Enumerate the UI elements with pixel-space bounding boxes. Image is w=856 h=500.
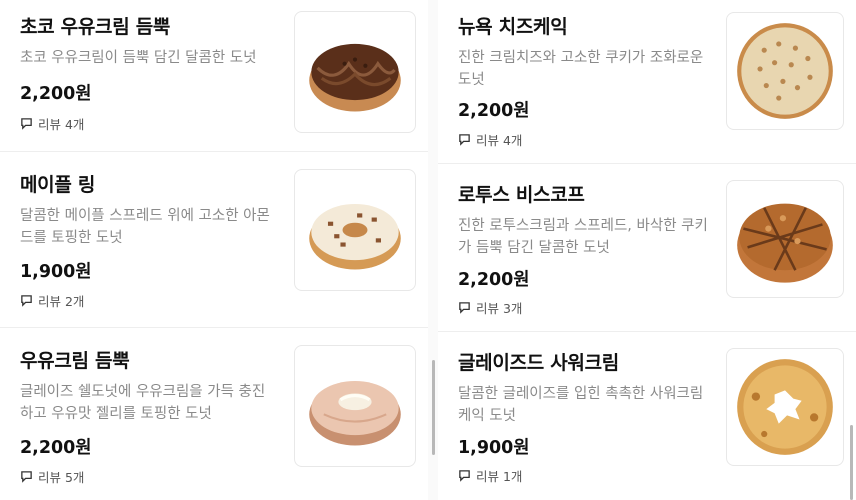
menu-item-name: 글레이즈드 사워크림 [458,352,619,374]
menu-item-price: 1,900원 [20,262,92,282]
donut-image [309,381,401,446]
menu-item-name: 초코 우유크림 듬뿍 [20,16,171,38]
menu-item-image[interactable] [726,12,844,130]
menu-item-lotus-biscoff[interactable]: 로투스 비스코프 진한 로투스크림과 스프레드, 바삭한 쿠키가 듬뿍 담긴 달… [438,164,856,332]
menu-item-description: 진한 로투스크림과 스프레드, 바삭한 쿠키가 듬뿍 담긴 달콤한 도넛 [458,218,708,256]
menu-item-description: 글레이즈 쉘도넛에 우유크림을 가득 충진하고 우유맛 젤리를 토핑한 도넛 [20,384,266,422]
menu-item-image[interactable] [294,345,416,467]
review-count-label: 리뷰 2개 [38,294,85,309]
review-count[interactable]: 리뷰 3개 [458,298,522,317]
menu-item-price: 2,200원 [458,270,530,290]
speech-bubble-icon [459,470,470,482]
menu-item-price: 2,200원 [458,101,530,121]
scrollbar-left[interactable] [432,360,435,455]
donut-image [309,43,401,112]
menu-item-glazed-sour-cream[interactable]: 글레이즈드 사워크림 달콤한 글레이즈를 입힌 촉촉한 사워크림 케익 도넛 1… [438,332,856,500]
donut-image [737,23,833,119]
menu-item-image[interactable] [294,11,416,133]
menu-item-milk-cream[interactable]: 우유크림 듬뿍 글레이즈 쉘도넛에 우유크림을 가득 충진하고 우유맛 젤리를 … [0,328,428,500]
menu-item-description: 진한 크림치즈와 고소한 쿠키가 조화로운 도넛 [458,50,704,88]
menu-item-image[interactable] [726,180,844,298]
review-count[interactable]: 리뷰 4개 [20,114,84,133]
scrollbar-right[interactable] [850,425,853,500]
speech-bubble-icon [459,302,470,314]
menu-item-description: 달콤한 메이플 스프레드 위에 고소한 아몬드를 토핑한 도넛 [20,208,270,246]
menu-item-image[interactable] [726,348,844,466]
review-count[interactable]: 리뷰 4개 [458,130,522,149]
speech-bubble-icon [21,118,32,130]
menu-item-price: 2,200원 [20,84,92,104]
menu-item-price: 1,900원 [458,438,530,458]
menu-item-ny-cheesecake[interactable]: 뉴욕 치즈케익 진한 크림치즈와 고소한 쿠키가 조화로운 도넛 2,200원 … [438,0,856,164]
review-count-label: 리뷰 4개 [38,117,85,132]
donut-image [737,359,833,455]
menu-list-right: 뉴욕 치즈케익 진한 크림치즈와 고소한 쿠키가 조화로운 도넛 2,200원 … [438,0,856,500]
menu-item-choco-milk-cream[interactable]: 초코 우유크림 듬뿍 초코 우유크림이 듬뿍 담긴 달콤한 도넛 2,200원 … [0,0,428,152]
speech-bubble-icon [21,295,32,307]
menu-item-name: 메이플 링 [20,174,96,196]
review-count-label: 리뷰 1개 [476,469,523,484]
donut-image [309,204,401,270]
menu-item-description: 달콤한 글레이즈를 입힌 촉촉한 사워크림 케익 도넛 [458,386,704,424]
menu-item-name: 로투스 비스코프 [458,184,585,206]
menu-list-left: 초코 우유크림 듬뿍 초코 우유크림이 듬뿍 담긴 달콤한 도넛 2,200원 … [0,0,428,500]
review-count-label: 리뷰 5개 [38,470,85,485]
donut-image [737,203,833,283]
speech-bubble-icon [21,471,32,483]
menu-item-price: 2,200원 [20,438,92,458]
menu-item-maple-ring[interactable]: 메이플 링 달콤한 메이플 스프레드 위에 고소한 아몬드를 토핑한 도넛 1,… [0,152,428,328]
menu-item-name: 뉴욕 치즈케익 [458,16,568,38]
menu-item-description: 초코 우유크림이 듬뿍 담긴 달콤한 도넛 [20,50,257,66]
review-count-label: 리뷰 3개 [476,301,523,316]
review-count-label: 리뷰 4개 [476,133,523,148]
review-count[interactable]: 리뷰 2개 [20,291,84,310]
menu-item-name: 우유크림 듬뿍 [20,350,130,372]
review-count[interactable]: 리뷰 5개 [20,467,84,486]
review-count[interactable]: 리뷰 1개 [458,466,522,485]
menu-item-image[interactable] [294,169,416,291]
speech-bubble-icon [459,134,470,146]
